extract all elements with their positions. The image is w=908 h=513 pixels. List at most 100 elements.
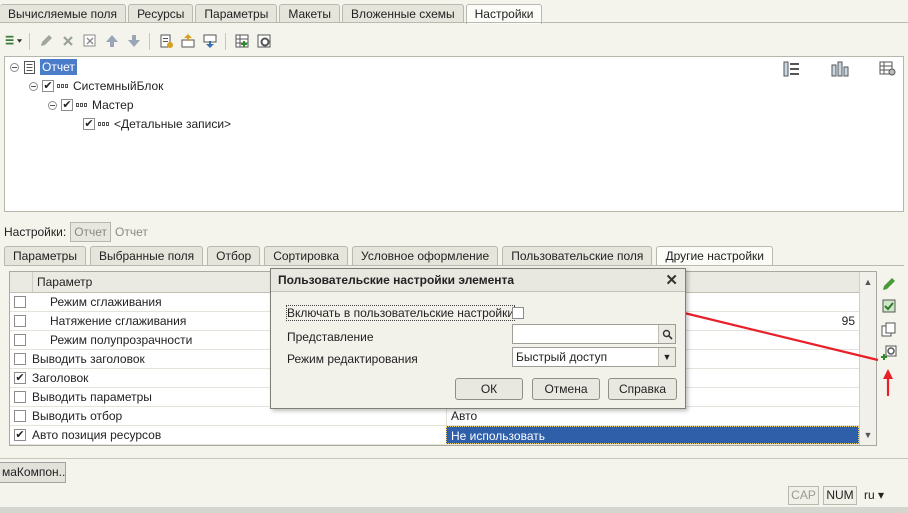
settings-options-button[interactable] [254,32,273,51]
dialog-title: Пользовательские настройки элемента [278,273,515,287]
user-settings-dialog: Пользовательские настройки элемента ✕ Вк… [270,268,686,409]
list-view-icon[interactable] [783,61,801,77]
ok-button[interactable]: ОК [455,378,523,400]
include-setting-label[interactable]: Включать в пользовательские настройки [285,305,516,321]
document-icon [24,60,35,74]
edit-button[interactable] [36,32,55,51]
settings-label: Настройки: [4,225,67,239]
clear-button[interactable] [80,32,99,51]
parameter-name: Авто позиция ресурсов [32,428,162,442]
collapse-icon[interactable] [29,81,38,91]
parameter-value[interactable]: Авто [446,407,859,425]
copy-icon[interactable] [880,322,898,338]
row-checkbox[interactable] [14,410,26,422]
add-group-icon [5,35,23,45]
arrow-down-icon [127,35,140,47]
tree-checkbox[interactable]: ✔ [61,99,73,111]
tab-selected-fields[interactable]: Выбранные поля [89,246,204,266]
row-checkbox[interactable]: ✔ [14,429,26,441]
tree-checkbox[interactable]: ✔ [42,80,54,92]
grouping-icon [57,84,68,88]
move-up-button[interactable] [102,32,121,51]
user-settings-add-icon[interactable] [880,345,898,361]
row-checkbox[interactable]: ✔ [14,372,26,384]
cancel-button[interactable]: Отмена [532,378,600,400]
table-scrollbar[interactable]: ▲ ▼ [859,272,876,445]
tab-parameters[interactable]: Параметры [4,246,86,266]
grid-side-toolbar [880,276,898,361]
search-icon[interactable] [658,325,675,343]
toolbar-separator [29,32,30,50]
tab-nested-schemes[interactable]: Вложенные схемы [341,4,464,23]
tab-filter[interactable]: Отбор [207,246,261,266]
edit-mode-select[interactable]: Быстрый доступ ▼ [512,347,676,367]
tab-sorting[interactable]: Сортировка [264,246,349,266]
help-button[interactable]: Справка [608,378,677,400]
tree-label[interactable]: Отчет [40,59,77,75]
taskbar-window-item[interactable]: маКомпон... [0,462,66,483]
gear-icon [257,34,270,48]
arrow-up-icon [105,35,118,47]
tree-label[interactable]: СистемныйБлок [73,79,163,93]
tree-checkbox[interactable]: ✔ [83,118,95,130]
pencil-icon[interactable] [880,276,898,292]
tree-node-master[interactable]: ✔ Мастер [48,96,134,114]
chevron-down-icon[interactable]: ▼ [658,348,675,366]
tab-user-fields[interactable]: Пользовательские поля [502,246,653,266]
tree-node-report[interactable]: Отчет [10,58,77,76]
move-down-button[interactable] [124,32,143,51]
add-settings-button[interactable] [232,32,251,51]
tab-settings[interactable]: Настройки [465,4,543,24]
table-row[interactable]: ✔ Авто позиция ресурсов Не использовать [10,426,859,445]
group-up-icon [181,34,194,48]
grid-settings-icon[interactable] [879,61,897,77]
tab-other-settings[interactable]: Другие настройки [656,246,773,266]
tree-label[interactable]: <Детальные записи> [114,117,231,131]
include-setting-checkbox[interactable] [512,307,524,319]
settings-value-field[interactable]: Отчет [70,222,112,242]
screen-bottom-strip [0,507,908,513]
add-group-button[interactable] [4,32,23,51]
group-down-icon [203,34,216,48]
tab-calculated-fields[interactable]: Вычисляемые поля [0,4,127,23]
group-down-button[interactable] [200,32,219,51]
tree-tools [783,61,897,77]
row-checkbox[interactable] [14,315,26,327]
tab-parameters[interactable]: Параметры [195,4,278,23]
header-checkbox-column [10,272,33,292]
dialog-titlebar: Пользовательские настройки элемента ✕ [271,269,685,292]
tree-label[interactable]: Мастер [92,98,134,112]
parameter-name: Выводить отбор [32,409,123,423]
collapse-icon[interactable] [10,62,19,72]
tree-node-detail-records[interactable]: ✔ <Детальные записи> [83,115,231,133]
column-header-parameter[interactable]: Параметр [33,275,92,289]
group-up-button[interactable] [178,32,197,51]
row-checkbox[interactable] [14,353,26,365]
scroll-up-icon[interactable]: ▲ [860,274,876,290]
new-grouping-button[interactable] [156,32,175,51]
tree-node-system-block[interactable]: ✔ СистемныйБлок [29,77,163,95]
collapse-icon[interactable] [48,100,57,110]
top-tab-strip: Вычисляемые поля Ресурсы Параметры Макет… [0,4,543,24]
row-checkbox[interactable] [14,296,26,308]
scroll-down-icon[interactable]: ▼ [860,427,876,443]
parameter-value[interactable]: Не использовать [446,426,859,444]
row-checkbox[interactable] [14,391,26,403]
table-row[interactable]: Выводить отбор Авто [10,407,859,426]
tab-layouts[interactable]: Макеты [279,4,340,23]
delete-button[interactable] [58,32,77,51]
representation-input[interactable] [512,324,676,344]
caps-lock-indicator: CAP [788,486,819,505]
document-add-icon [160,34,173,48]
row-checkbox[interactable] [14,334,26,346]
columns-view-icon[interactable] [831,61,849,77]
representation-label: Представление [287,330,374,344]
taskbar-divider [0,458,908,459]
status-bar: CAP NUM ru ▾ [0,484,908,506]
language-selector[interactable]: ru ▾ [864,488,884,502]
close-icon[interactable]: ✕ [665,271,678,289]
check-all-icon[interactable] [880,299,898,315]
settings-tab-strip: Параметры Выбранные поля Отбор Сортировк… [4,246,777,266]
tab-conditional-format[interactable]: Условное оформление [352,246,499,266]
tab-resources[interactable]: Ресурсы [128,4,194,23]
